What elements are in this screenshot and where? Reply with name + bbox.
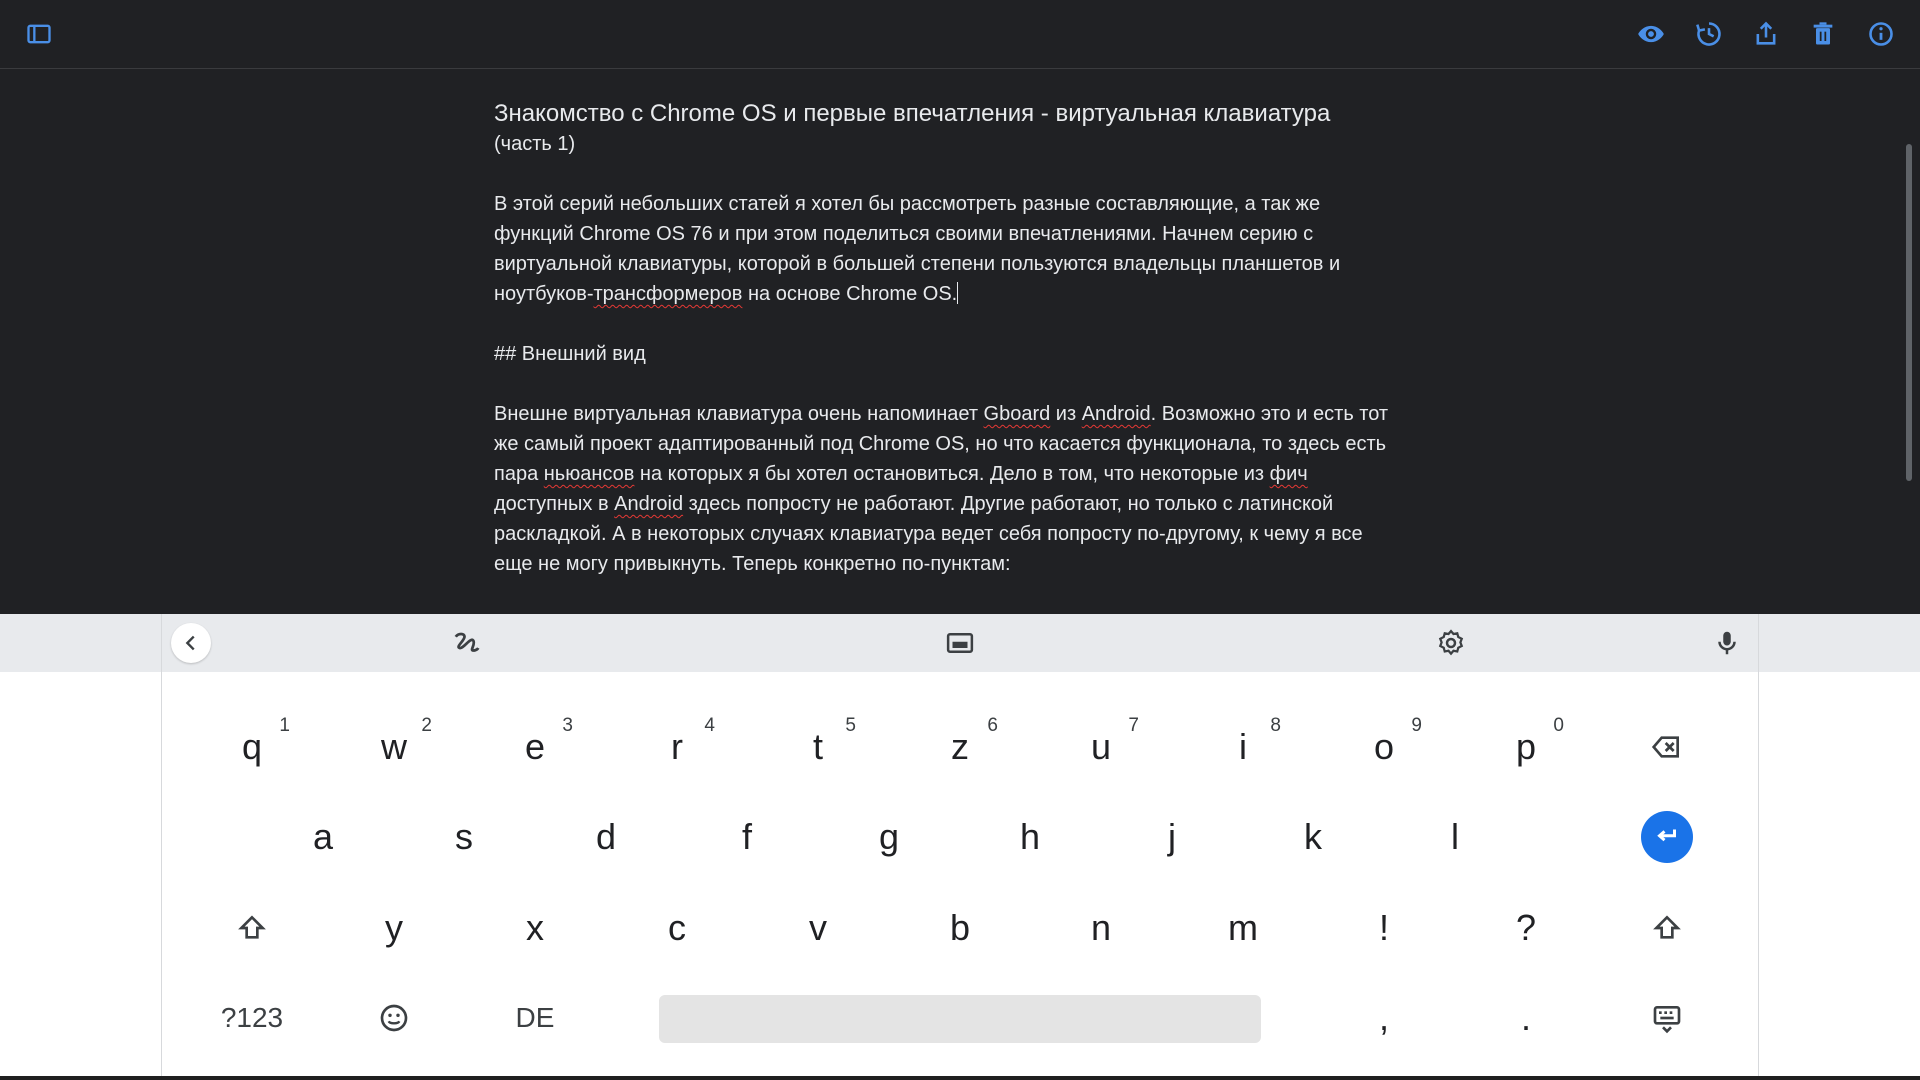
key-k[interactable]: k — [1253, 797, 1373, 877]
key-d[interactable]: d — [546, 797, 666, 877]
emoji-icon — [380, 1004, 408, 1032]
key-q[interactable]: q1 — [192, 707, 312, 787]
misspelled-word[interactable]: Android — [614, 493, 683, 515]
backspace-key[interactable] — [1607, 707, 1727, 787]
trash-icon[interactable] — [1803, 14, 1843, 54]
key-a[interactable]: a — [263, 797, 383, 877]
shift-icon — [238, 915, 266, 939]
key-f[interactable]: f — [687, 797, 807, 877]
share-icon[interactable] — [1746, 14, 1786, 54]
key-z[interactable]: z6 — [900, 707, 1020, 787]
key-e[interactable]: e3 — [475, 707, 595, 787]
misspelled-word[interactable]: фич — [1270, 463, 1308, 485]
backspace-icon — [1651, 736, 1679, 758]
key-exclamation[interactable]: ! — [1324, 888, 1444, 968]
emoji-key[interactable] — [334, 978, 454, 1058]
key-m[interactable]: m — [1183, 888, 1303, 968]
markdown-editor[interactable]: Знакомство с Chrome OS и первые впечатле… — [0, 69, 1920, 614]
shift-key-right[interactable] — [1607, 888, 1727, 968]
shelf-edge — [0, 1076, 1920, 1080]
handwriting-icon[interactable] — [445, 621, 489, 665]
key-comma[interactable]: , — [1324, 978, 1444, 1058]
symbols-key[interactable]: ?123 — [192, 978, 312, 1058]
eye-icon[interactable] — [1631, 14, 1671, 54]
settings-icon[interactable] — [1429, 621, 1473, 665]
editor-scrollbar[interactable] — [1906, 144, 1912, 481]
key-p[interactable]: p0 — [1466, 707, 1586, 787]
misspelled-word[interactable]: Android — [1082, 403, 1151, 425]
key-t[interactable]: t5 — [758, 707, 878, 787]
key-question[interactable]: ? — [1466, 888, 1586, 968]
paragraph-appearance: Внешне виртуальная клавиатура очень напо… — [494, 403, 1389, 575]
key-h[interactable]: h — [970, 797, 1090, 877]
key-r[interactable]: r4 — [617, 707, 737, 787]
key-w[interactable]: w2 — [334, 707, 454, 787]
key-i[interactable]: i8 — [1183, 707, 1303, 787]
key-j[interactable]: j — [1112, 797, 1232, 877]
key-x[interactable]: x — [475, 888, 595, 968]
key-c[interactable]: c — [617, 888, 737, 968]
misspelled-word[interactable]: трансформеров — [594, 283, 743, 305]
keyboard-hide-icon — [1653, 1006, 1681, 1034]
keyboard-toolbar — [0, 614, 1920, 672]
shift-key-left[interactable] — [192, 888, 312, 968]
key-s[interactable]: s — [404, 797, 524, 877]
language-key[interactable]: DE — [475, 978, 595, 1058]
top-app-bar — [0, 0, 1920, 69]
key-g[interactable]: g — [829, 797, 949, 877]
section-heading: ## Внешний вид — [494, 343, 646, 365]
key-n[interactable]: n — [1041, 888, 1161, 968]
keyboard-right-edge — [1758, 614, 1759, 1080]
floating-keyboard-icon[interactable] — [938, 621, 982, 665]
keyboard-left-edge — [161, 614, 162, 1080]
document-title: Знакомство с Chrome OS и первые впечатле… — [494, 100, 1331, 127]
key-l[interactable]: l — [1395, 797, 1515, 877]
text-cursor — [957, 282, 959, 304]
key-v[interactable]: v — [758, 888, 878, 968]
key-u[interactable]: u7 — [1041, 707, 1161, 787]
key-period[interactable]: . — [1466, 978, 1586, 1058]
enter-icon — [1641, 811, 1693, 863]
document-text[interactable]: Знакомство с Chrome OS и первые впечатле… — [494, 99, 1414, 609]
misspelled-word[interactable]: ньюансов — [544, 463, 635, 485]
key-o[interactable]: o9 — [1324, 707, 1444, 787]
key-y[interactable]: y — [334, 888, 454, 968]
info-icon[interactable] — [1861, 14, 1901, 54]
history-icon[interactable] — [1689, 14, 1729, 54]
chevron-left-icon[interactable] — [171, 623, 211, 663]
hide-keyboard-key[interactable] — [1607, 978, 1727, 1058]
sidebar-toggle-icon[interactable] — [19, 14, 59, 54]
paragraph-intro: В этой серий небольших статей я хотел бы… — [494, 193, 1341, 305]
space-bar[interactable] — [659, 995, 1261, 1043]
enter-key[interactable] — [1607, 797, 1727, 877]
microphone-icon[interactable] — [1705, 621, 1749, 665]
misspelled-word[interactable]: Gboard — [984, 403, 1051, 425]
key-b[interactable]: b — [900, 888, 1020, 968]
shift-icon — [1653, 915, 1681, 939]
document-subtitle: (часть 1) — [494, 133, 576, 155]
